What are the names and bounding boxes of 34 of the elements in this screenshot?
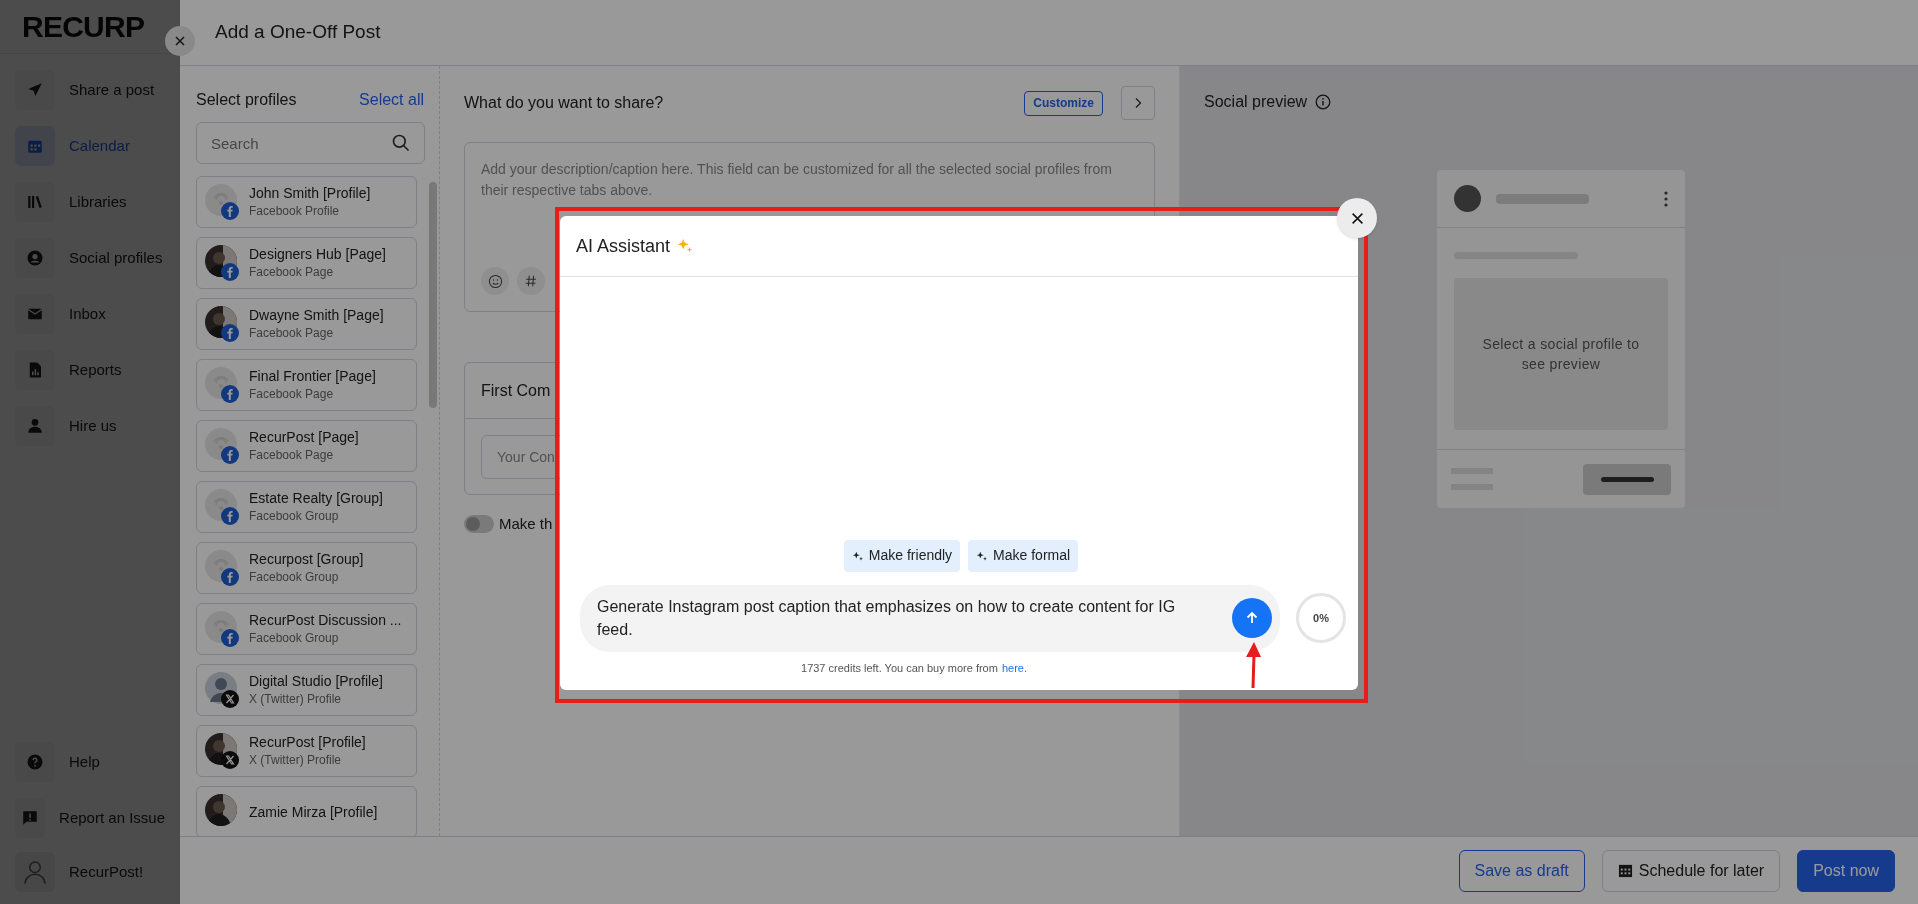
- empty-preview-text: Select a social profile to see preview: [1481, 335, 1641, 374]
- profile-type: X (Twitter) Profile: [249, 691, 342, 708]
- profile-type: Facebook Group: [249, 630, 340, 647]
- profile-type: Facebook Page: [249, 386, 335, 403]
- profile-type: Facebook Page: [249, 264, 335, 281]
- profile-name: Digital Studio [Profile]: [249, 672, 383, 690]
- section-heading: Select profiles: [196, 90, 297, 110]
- card-title: First Com: [481, 380, 551, 401]
- profile-type: Facebook Profile: [249, 203, 341, 220]
- profile-name: RecurPost [Profile]: [249, 733, 366, 751]
- section-heading: What do you want to share?: [464, 93, 665, 113]
- profile-type: Facebook Page: [249, 447, 335, 464]
- logo: RECURP: [22, 9, 145, 45]
- profile-type: Facebook Group: [249, 508, 340, 525]
- profile-name: Zamie Mirza [Profile]: [249, 803, 378, 821]
- account-name: RecurPost!: [69, 861, 144, 882]
- toggle-label: Make th: [499, 514, 553, 534]
- profile-name: RecurPost [Page]: [249, 428, 359, 446]
- profile-name: RecurPost Discussion ...: [249, 611, 402, 629]
- profile-type: X (Twitter) Profile: [249, 752, 342, 769]
- drawer-title: Add a One-Off Post: [215, 20, 381, 45]
- usage-ring: 0%: [1296, 593, 1346, 643]
- credits-text: 1737 credits left. You can buy more from: [801, 660, 998, 676]
- profile-name: Designers Hub [Page]: [249, 245, 386, 263]
- profile-name: Final Frontier [Page]: [249, 367, 376, 385]
- section-heading: Social preview: [1204, 92, 1308, 112]
- profile-name: Estate Realty [Group]: [249, 489, 383, 507]
- dialog-title: AI Assistant: [576, 234, 671, 258]
- profile-name: Recurpost [Group]: [249, 550, 364, 568]
- prompt-text: Generate Instagram post caption that emphasizes on how to create content for IG feed.: [597, 597, 1177, 640]
- profile-type: Facebook Page: [249, 325, 335, 342]
- profile-name: Dwayne Smith [Page]: [249, 306, 384, 324]
- profile-type: Facebook Group: [249, 569, 340, 586]
- profile-name: John Smith [Profile]: [249, 184, 371, 202]
